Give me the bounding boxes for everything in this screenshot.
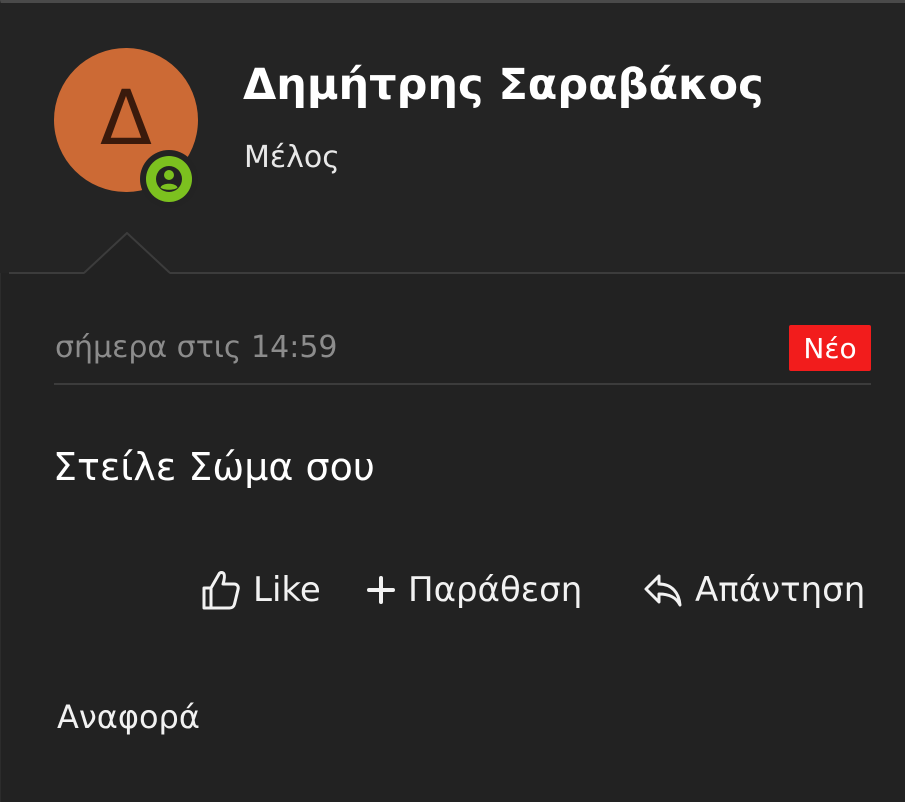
report-link[interactable]: Αναφορά [57,698,200,736]
post-timestamp[interactable]: σήμερα στις 14:59 [55,330,338,365]
quote-button[interactable]: Παράθεση [366,568,582,612]
reply-label: Απάντηση [695,570,866,610]
avatar-letter: Δ [100,73,152,162]
post-message: Στείλε Σώμα σου [53,445,375,489]
author-name[interactable]: Δημήτρης Σαραβάκος [243,60,764,110]
header-pointer-notch [84,232,170,274]
author-role: Μέλος [244,140,340,175]
meta-divider [54,383,871,385]
thumbs-up-icon [201,569,241,611]
online-status-badge [140,150,198,208]
new-badge: Νέο [789,325,871,371]
quote-label: Παράθεση [408,570,583,610]
user-online-icon [146,156,192,202]
like-label: Like [253,570,321,610]
like-button[interactable]: Like [201,568,321,612]
reply-icon [643,572,683,608]
plus-icon [366,575,396,605]
reply-button[interactable]: Απάντηση [643,568,865,612]
